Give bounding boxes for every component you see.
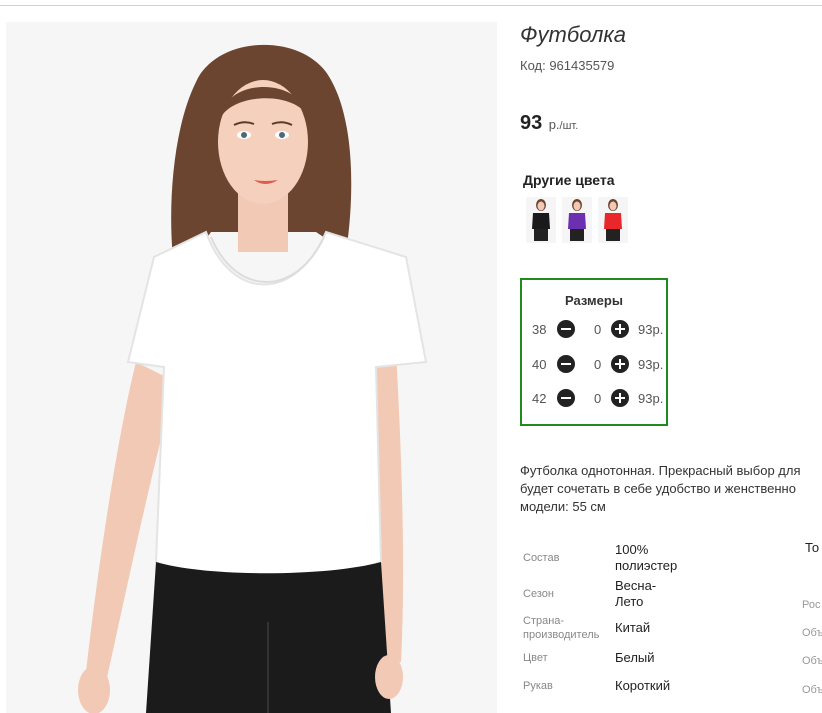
- color-swatches: [526, 197, 628, 243]
- description-line: будет сочетать в себе удобство и женстве…: [520, 481, 796, 496]
- product-code: Код: 961435579: [520, 58, 615, 73]
- cut-off-label: Объ: [802, 684, 822, 696]
- price-value: 93: [520, 112, 543, 134]
- minus-icon[interactable]: [557, 389, 575, 407]
- spec-label-line: Страна-: [523, 615, 565, 627]
- product-photo[interactable]: [6, 22, 497, 713]
- cut-off-label: Объ: [802, 655, 822, 667]
- plus-icon[interactable]: [611, 320, 629, 338]
- size-price: 93р.: [638, 357, 664, 372]
- color-swatch-black[interactable]: [526, 197, 556, 243]
- size-quantity: 0: [594, 391, 602, 406]
- size-price: 93р.: [638, 322, 664, 337]
- other-colors-heading: Другие цвета: [523, 172, 615, 188]
- spec-value-line: полиэстер: [615, 558, 678, 573]
- description-line: модели: 55 см: [520, 499, 606, 514]
- plus-icon[interactable]: [611, 355, 629, 373]
- size-quantity: 0: [594, 322, 602, 337]
- spec-label-composition: Состав: [523, 552, 560, 564]
- price-currency: р.: [548, 117, 560, 132]
- cut-off-heading: То: [805, 540, 820, 555]
- spec-label-sleeve: Рукав: [523, 680, 553, 692]
- price-block: 93 р./шт.: [520, 112, 578, 135]
- color-swatch-red[interactable]: [598, 197, 628, 243]
- price-unit: р./шт.: [549, 117, 579, 132]
- spec-value-season: Весна- Лето: [615, 578, 656, 610]
- spec-label-season: Сезон: [523, 588, 554, 600]
- cut-off-label: Объ: [802, 627, 822, 639]
- size-label: 40: [532, 357, 547, 372]
- top-divider: [0, 5, 822, 6]
- spec-label-line: производитель: [523, 629, 600, 641]
- size-row: 40 0 93р.: [532, 355, 664, 375]
- size-label: 42: [532, 391, 547, 406]
- size-row: 38 0 93р.: [532, 320, 664, 340]
- size-quantity: 0: [594, 357, 602, 372]
- size-label: 38: [532, 322, 547, 337]
- spec-value-country: Китай: [615, 620, 651, 635]
- cut-off-label: Рос: [802, 599, 821, 611]
- plus-icon[interactable]: [611, 389, 629, 407]
- product-description: Футболка однотонная. Прекрасный выбор дл…: [520, 462, 822, 516]
- spec-value-sleeve: Короткий: [615, 678, 671, 693]
- description-line: Футболка однотонная. Прекрасный выбор дл…: [520, 463, 801, 478]
- spec-value-line: Лето: [615, 594, 644, 609]
- spec-value-composition: 100% полиэстер: [615, 542, 677, 574]
- size-price: 93р.: [638, 391, 664, 406]
- color-swatch-purple[interactable]: [562, 197, 592, 243]
- product-title: Футболка: [520, 22, 626, 47]
- model-image: [6, 22, 497, 713]
- minus-icon[interactable]: [557, 320, 575, 338]
- spec-value-line: Весна-: [615, 578, 657, 593]
- size-row: 42 0 93р.: [532, 389, 664, 409]
- spec-label-color: Цвет: [523, 652, 548, 664]
- sizes-heading: Размеры: [565, 293, 623, 308]
- minus-icon[interactable]: [557, 355, 575, 373]
- spec-label-country: Страна- производитель: [523, 614, 599, 642]
- sizes-panel: Размеры 38 0 93р. 40 0 93р. 42 0 93р.: [520, 278, 668, 426]
- price-per-unit: /шт.: [559, 120, 579, 132]
- spec-value-line: 100%: [615, 542, 649, 557]
- spec-value-color: Белый: [615, 650, 655, 665]
